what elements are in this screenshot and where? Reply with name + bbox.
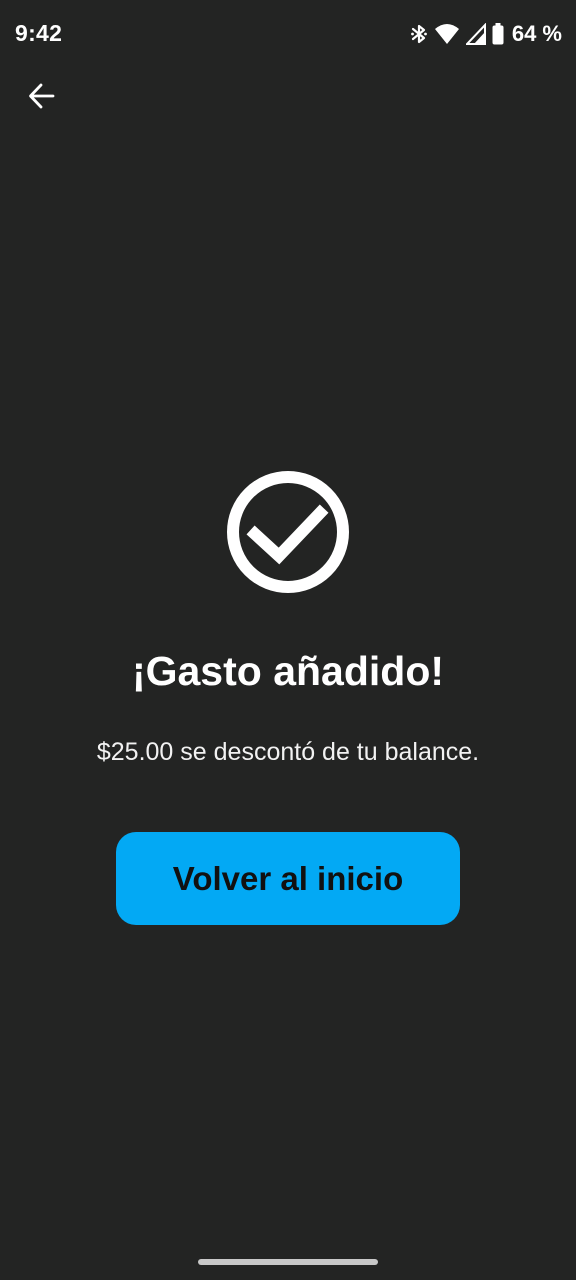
- home-button[interactable]: Volver al inicio: [116, 832, 460, 925]
- status-time: 9:42: [15, 20, 63, 46]
- confirmation-message: $25.00 se descontó de tu balance.: [96, 738, 480, 766]
- cell-signal-icon: [465, 23, 486, 45]
- battery-percentage: 64 %: [511, 21, 562, 46]
- bluetooth-icon: [410, 22, 428, 46]
- page-title: ¡Gasto añadido!: [131, 648, 445, 694]
- check-circle-icon: [226, 470, 350, 594]
- battery-icon: [492, 23, 504, 45]
- status-icons: 64 %: [410, 20, 562, 48]
- status-bar: 9:42 64 %: [0, 0, 576, 68]
- wifi-icon: [434, 23, 460, 45]
- arrow-left-icon: [28, 82, 56, 115]
- back-button[interactable]: [18, 74, 66, 122]
- gesture-nav-handle[interactable]: [198, 1259, 378, 1265]
